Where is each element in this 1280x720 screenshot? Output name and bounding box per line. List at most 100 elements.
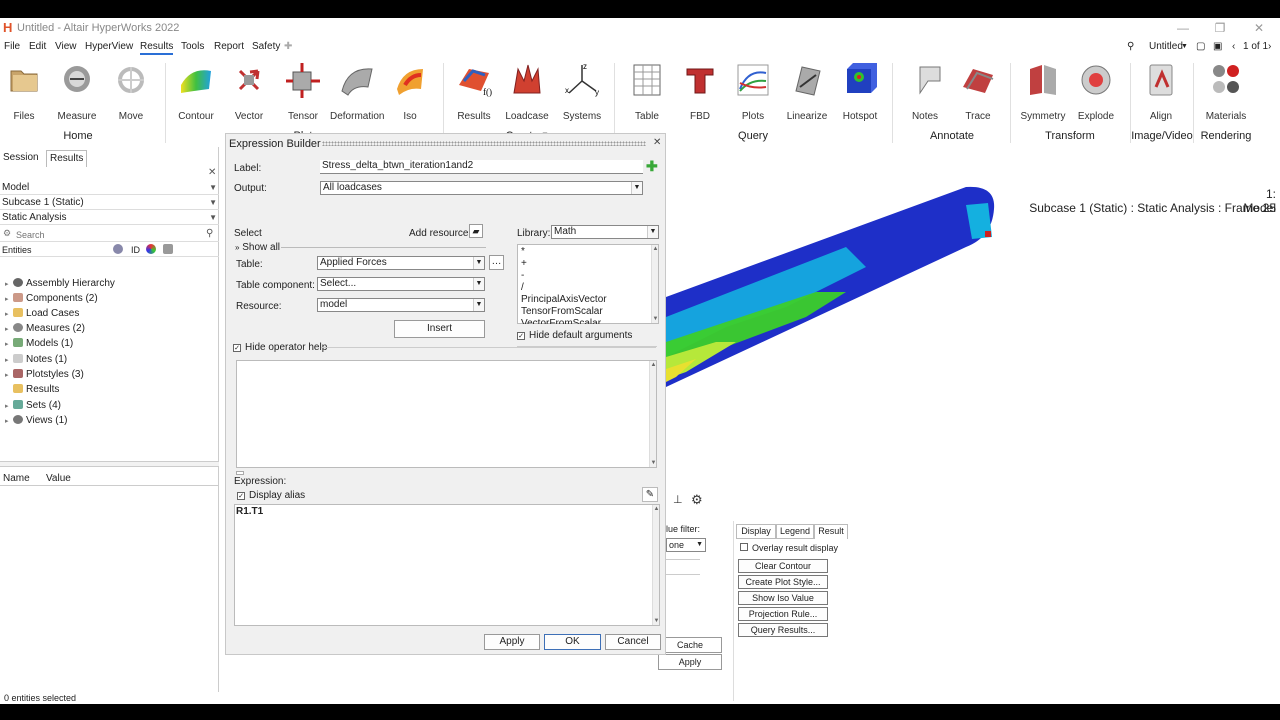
trace-button[interactable]: Trace <box>951 61 1005 122</box>
filter-field[interactable] <box>666 559 700 575</box>
analysis-selector[interactable]: Static Analysis ▼ <box>0 211 219 225</box>
show-all-toggle[interactable]: » Show all <box>235 242 280 253</box>
display-icon[interactable] <box>163 244 173 254</box>
menu-tools[interactable]: Tools <box>181 40 204 53</box>
tensor-button[interactable]: Tensor <box>276 61 330 122</box>
scrollbar[interactable]: ▲ ▼ <box>649 361 656 467</box>
explode-button[interactable]: Explode <box>1069 61 1123 122</box>
add-plus-icon[interactable]: ✚ <box>646 158 658 175</box>
list-item[interactable]: TensorFromScalar <box>521 306 603 318</box>
drag-handle[interactable] <box>322 141 646 146</box>
vector-button[interactable]: Vector <box>222 61 276 122</box>
prev-page-icon[interactable]: ‹ <box>1232 40 1235 53</box>
value-filter-select[interactable]: one ▼ <box>666 538 706 552</box>
tree-item-assembly-hierarchy[interactable]: ▸ Assembly Hierarchy <box>5 277 115 291</box>
open-folder-icon[interactable]: ▰ <box>469 224 483 238</box>
scroll-down-icon[interactable]: ▼ <box>653 618 660 624</box>
expression-editor[interactable]: R1.T1 ▲ ▼ <box>234 504 660 626</box>
notes-button[interactable]: Notes <box>898 61 952 122</box>
table-component-select[interactable]: Select... ▼ <box>317 277 485 291</box>
chevron-down-icon[interactable]: ▼ <box>1181 40 1188 53</box>
tab-results[interactable]: Results <box>46 150 88 167</box>
add-ribbon-icon[interactable]: ✚ <box>284 40 292 53</box>
overlay-checkbox[interactable]: Overlay result display <box>740 543 838 553</box>
menu-file[interactable]: File <box>4 40 20 53</box>
contour-button[interactable]: Contour <box>169 61 223 122</box>
hide-default-args-checkbox[interactable]: ✓ Hide default arguments <box>517 330 632 341</box>
scroll-down-icon[interactable]: ▼ <box>652 316 659 322</box>
clear-contour-button[interactable]: Clear Contour <box>738 559 828 573</box>
menu-report[interactable]: Report <box>214 40 244 53</box>
splitter-handle[interactable] <box>0 461 219 467</box>
next-page-icon[interactable]: › <box>1268 40 1271 53</box>
plots-button[interactable]: Plots <box>726 61 780 122</box>
library-function-list[interactable]: * + - / PrincipalAxisVector TensorFromSc… <box>517 244 659 324</box>
list-item[interactable]: + <box>521 258 527 270</box>
show-iso-value-button[interactable]: Show Iso Value <box>738 591 828 605</box>
color-icon[interactable] <box>146 244 156 254</box>
list-item[interactable]: - <box>521 270 524 282</box>
apply-button[interactable]: Apply <box>484 634 540 650</box>
subcase-selector[interactable]: Subcase 1 (Static) ▼ <box>0 196 219 210</box>
list-item[interactable]: / <box>521 282 524 294</box>
search-icon[interactable]: ⚲ <box>206 228 213 239</box>
create-plot-style-button[interactable]: Create Plot Style... <box>738 575 828 589</box>
query-results-button[interactable]: Query Results... <box>738 623 828 637</box>
move-button[interactable]: Move <box>104 61 158 122</box>
linearize-button[interactable]: Linearize <box>780 61 834 122</box>
tree-item-plotstyles[interactable]: ▸ Plotstyles (3) <box>5 368 84 382</box>
more-options-button[interactable]: … <box>489 255 504 270</box>
close-icon[interactable]: ✕ <box>653 137 661 148</box>
axis-triad-icon[interactable]: ⊥ <box>673 493 683 506</box>
tree-item-models[interactable]: ▸ Models (1) <box>5 337 73 351</box>
ok-button[interactable]: OK <box>544 634 601 650</box>
tab-display[interactable]: Display <box>736 524 776 539</box>
search-icon[interactable]: ⚲ <box>1127 40 1134 53</box>
fbd-button[interactable]: FBD <box>673 61 727 122</box>
insert-button[interactable]: Insert <box>394 320 485 338</box>
cancel-button[interactable]: Cancel <box>605 634 661 650</box>
list-item[interactable]: PrincipalAxisVector <box>521 294 607 306</box>
expression-text[interactable]: R1.T1 <box>236 506 263 517</box>
model-selector[interactable]: Model ▼ <box>0 181 219 195</box>
search-input[interactable] <box>16 229 202 241</box>
loadcase-button[interactable]: Loadcase <box>500 61 554 122</box>
hotspot-button[interactable]: Hotspot <box>833 61 887 122</box>
gear-icon[interactable]: ⚙ <box>691 492 703 508</box>
close-icon[interactable]: ✕ <box>208 167 216 178</box>
tree-item-load-cases[interactable]: ▸ Load Cases <box>5 307 79 321</box>
scroll-up-icon[interactable]: ▲ <box>653 506 660 512</box>
table-select[interactable]: Applied Forces ▼ <box>317 256 485 270</box>
tree-item-notes[interactable]: ▸ Notes (1) <box>5 353 67 367</box>
list-item[interactable]: VectorFromScalar <box>521 318 601 324</box>
scroll-up-icon[interactable]: ▲ <box>652 246 659 252</box>
tab-legend[interactable]: Legend <box>776 524 814 539</box>
output-select[interactable]: All loadcases ▼ <box>320 181 643 195</box>
deformation-button[interactable]: Deformation <box>330 61 384 122</box>
hide-operator-help-checkbox[interactable]: ✓ Hide operator help <box>233 342 327 353</box>
align-button[interactable]: Align <box>1134 61 1188 122</box>
menu-view[interactable]: View <box>55 40 77 53</box>
tab-session[interactable]: Session <box>0 150 42 166</box>
tree-item-components[interactable]: ▸ Components (2) <box>5 292 98 306</box>
tree-item-results[interactable]: Results <box>5 383 59 396</box>
menu-edit[interactable]: Edit <box>29 40 46 53</box>
materials-button[interactable]: Materials <box>1199 61 1253 122</box>
restore-button[interactable]: ❐ <box>1205 20 1235 36</box>
table-button[interactable]: Table <box>620 61 674 122</box>
scroll-down-icon[interactable]: ▼ <box>650 460 657 466</box>
page-layout-icon[interactable]: ▢ <box>1196 40 1205 53</box>
menu-safety[interactable]: Safety <box>252 40 280 53</box>
systems-button[interactable]: z x y Systems <box>555 61 609 122</box>
cache-button[interactable]: Cache <box>658 637 722 653</box>
files-button[interactable]: Files <box>0 61 51 122</box>
session-name[interactable]: Untitled <box>1149 40 1183 53</box>
iso-button[interactable]: Iso <box>383 61 437 122</box>
tree-item-views[interactable]: ▸ Views (1) <box>5 414 68 428</box>
symmetry-button[interactable]: Symmetry <box>1016 61 1070 122</box>
tab-result[interactable]: Result <box>814 524 848 539</box>
results-button[interactable]: f() Results <box>447 61 501 122</box>
splitter-handle[interactable] <box>236 471 244 475</box>
display-alias-checkbox[interactable]: ✓ Display alias <box>237 490 305 501</box>
page-icon[interactable]: ▣ <box>1213 40 1222 53</box>
